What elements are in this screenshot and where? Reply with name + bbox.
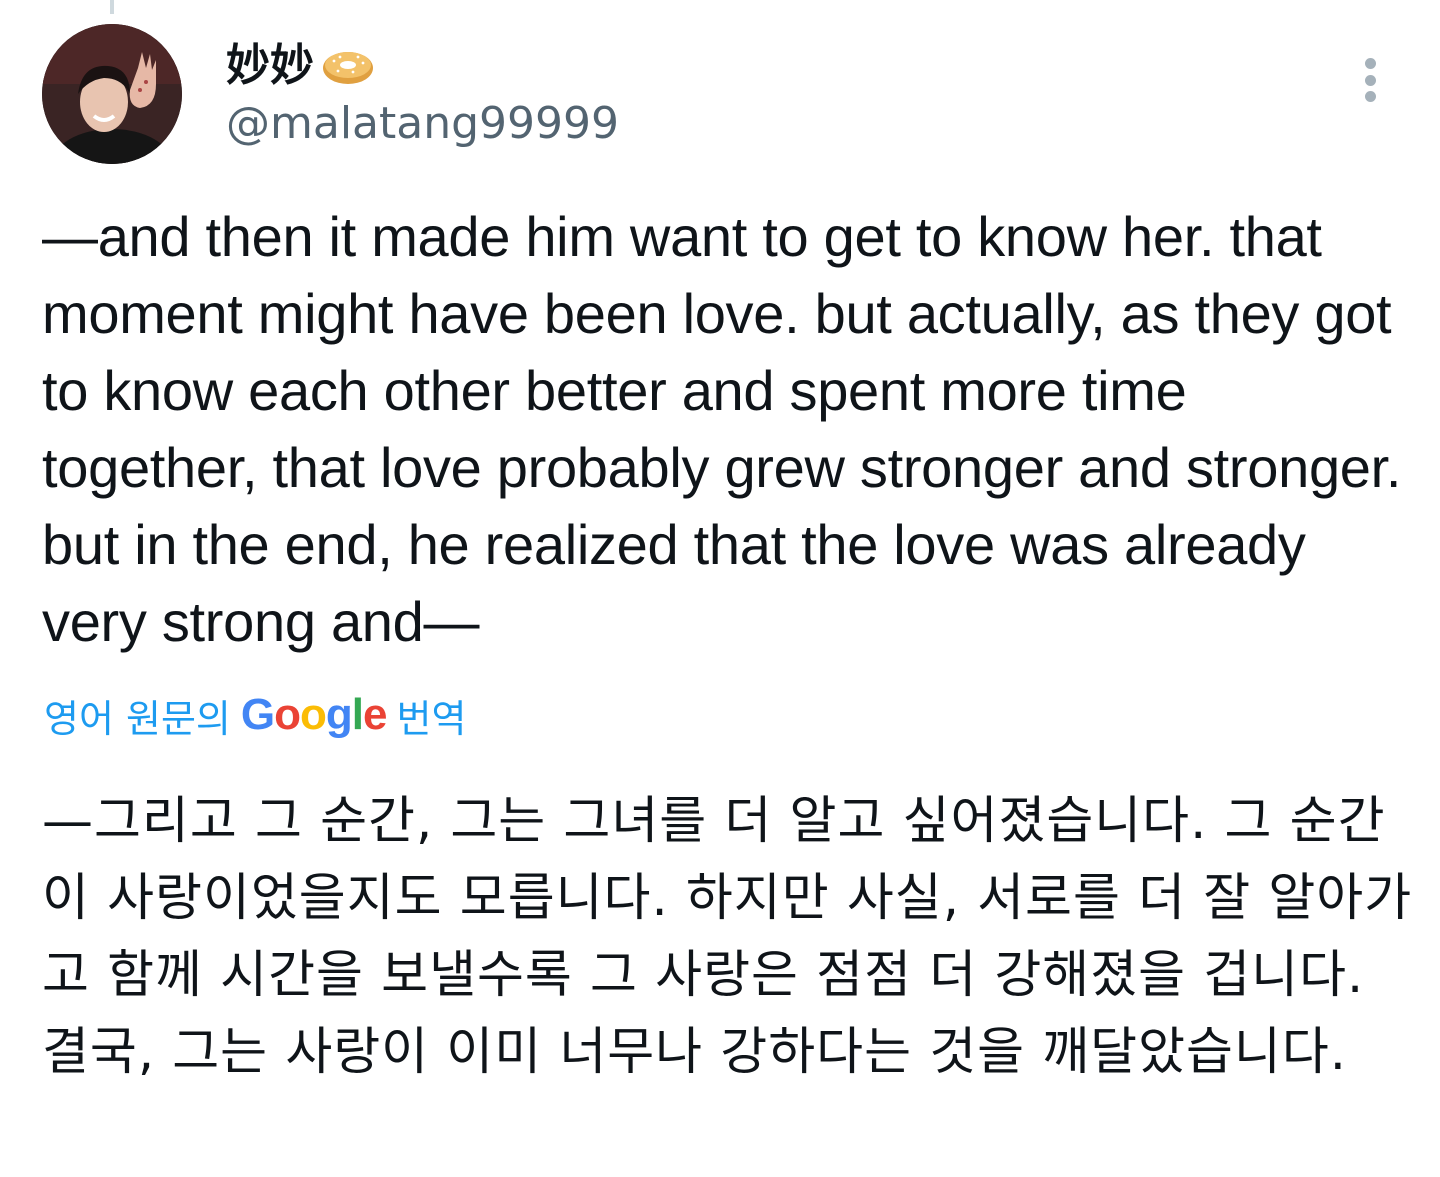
display-name-text: 妙妙 [226,40,314,91]
more-vertical-icon-dot [1364,91,1376,102]
more-vertical-icon-dot [1364,74,1376,86]
google-logo-letter: g [325,690,353,739]
google-logo: Google [240,690,388,740]
avatar[interactable] [42,24,182,164]
avatar-image [42,24,182,164]
more-options-button[interactable] [1352,58,1388,102]
translation-prefix: 영어 원문의 [44,696,231,741]
translation-attribution-link[interactable]: 영어 원문의 Google 번역 [44,688,466,742]
author-handle[interactable]: @malatang99999 [226,96,619,152]
more-vertical-icon-dot [1364,58,1376,69]
google-logo-letter: o [300,690,327,739]
bagel-icon [320,45,376,87]
google-logo-letter: G [240,690,275,739]
google-logo-letter: l [351,690,364,739]
google-logo-letter: o [274,690,301,739]
translated-tweet-text: —그리고 그 순간, 그는 그녀를 더 알고 싶어졌습니다. 그 순간이 사랑이… [42,792,1413,1082]
tweet-text: —and then it made him want to get to kno… [42,205,1402,653]
thread-connector-line [110,0,114,14]
google-logo-letter: e [363,690,388,739]
author-display-name[interactable]: 妙妙 [226,36,376,96]
translation-suffix: 번역 [396,696,467,741]
